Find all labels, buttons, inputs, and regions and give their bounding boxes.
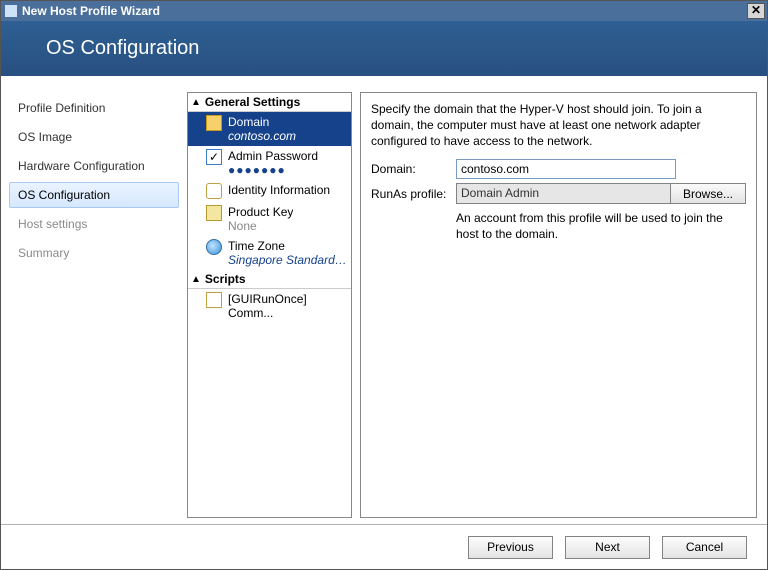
tree-item-label: Domain — [228, 115, 296, 129]
wizard-banner: OS Configuration — [1, 21, 767, 76]
step-os-configuration[interactable]: OS Configuration — [9, 182, 179, 208]
tree-item-value: Singapore Standard ... — [228, 253, 347, 267]
tree-item-label: Time Zone — [228, 239, 347, 253]
close-icon[interactable]: ✕ — [747, 3, 765, 19]
tree-item-admin-password[interactable]: ✓ Admin Password ●●●●●●● — [188, 146, 351, 180]
step-profile-definition[interactable]: Profile Definition — [9, 95, 179, 121]
settings-tree: ▲ General Settings Domain contoso.com ✓ … — [187, 92, 352, 518]
domain-label: Domain: — [371, 162, 456, 176]
domain-input[interactable] — [456, 159, 676, 179]
window-title: New Host Profile Wizard — [22, 4, 160, 18]
tree-item-domain[interactable]: Domain contoso.com — [188, 112, 351, 146]
tree-item-label: [GUIRunOnce] Comm... — [228, 292, 347, 320]
page-heading: OS Configuration — [46, 37, 199, 60]
tree-item-label: Identity Information — [228, 183, 330, 197]
tree-section-scripts[interactable]: ▲ Scripts — [188, 270, 351, 289]
tree-section-general[interactable]: ▲ General Settings — [188, 93, 351, 112]
tree-item-timezone[interactable]: Time Zone Singapore Standard ... — [188, 236, 351, 270]
next-button[interactable]: Next — [565, 536, 650, 559]
tree-item-value: None — [228, 219, 293, 233]
step-label: Profile Definition — [18, 101, 105, 115]
step-os-image[interactable]: OS Image — [9, 124, 179, 150]
tree-item-guirunonce[interactable]: [GUIRunOnce] Comm... — [188, 289, 351, 323]
tree-section-label: Scripts — [205, 272, 246, 286]
tree-item-product-key[interactable]: Product Key None — [188, 202, 351, 236]
domain-icon — [206, 115, 222, 131]
wizard-steps: Profile Definition OS Image Hardware Con… — [9, 92, 179, 518]
tree-item-value: contoso.com — [228, 129, 296, 143]
runas-label: RunAs profile: — [371, 187, 456, 201]
script-icon — [206, 292, 222, 308]
collapse-icon: ▲ — [191, 274, 201, 285]
tree-item-label: Admin Password — [228, 149, 318, 163]
collapse-icon: ▲ — [191, 97, 201, 108]
step-host-settings[interactable]: Host settings — [9, 211, 179, 237]
step-label: OS Image — [18, 130, 72, 144]
previous-button[interactable]: Previous — [468, 536, 553, 559]
detail-panel: Specify the domain that the Hyper-V host… — [360, 92, 757, 518]
identity-icon — [206, 183, 222, 199]
password-icon: ✓ — [206, 149, 222, 165]
runas-hint: An account from this profile will be use… — [456, 210, 746, 242]
step-label: Host settings — [18, 217, 87, 231]
timezone-icon — [206, 239, 222, 255]
instruction-text: Specify the domain that the Hyper-V host… — [371, 101, 746, 149]
step-summary[interactable]: Summary — [9, 240, 179, 266]
product-key-icon — [206, 205, 222, 221]
app-icon — [4, 4, 18, 18]
step-label: Hardware Configuration — [18, 159, 145, 173]
step-hardware-configuration[interactable]: Hardware Configuration — [9, 153, 179, 179]
runas-profile-display: Domain Admin — [456, 183, 671, 204]
cancel-button[interactable]: Cancel — [662, 536, 747, 559]
browse-button[interactable]: Browse... — [671, 183, 746, 204]
wizard-footer: Previous Next Cancel — [1, 524, 767, 569]
tree-item-label: Product Key — [228, 205, 293, 219]
step-label: Summary — [18, 246, 69, 260]
tree-item-identity[interactable]: Identity Information — [188, 180, 351, 202]
tree-item-value: ●●●●●●● — [228, 163, 318, 177]
step-label: OS Configuration — [18, 188, 110, 202]
banner-separator — [1, 76, 767, 86]
tree-section-label: General Settings — [205, 95, 300, 109]
